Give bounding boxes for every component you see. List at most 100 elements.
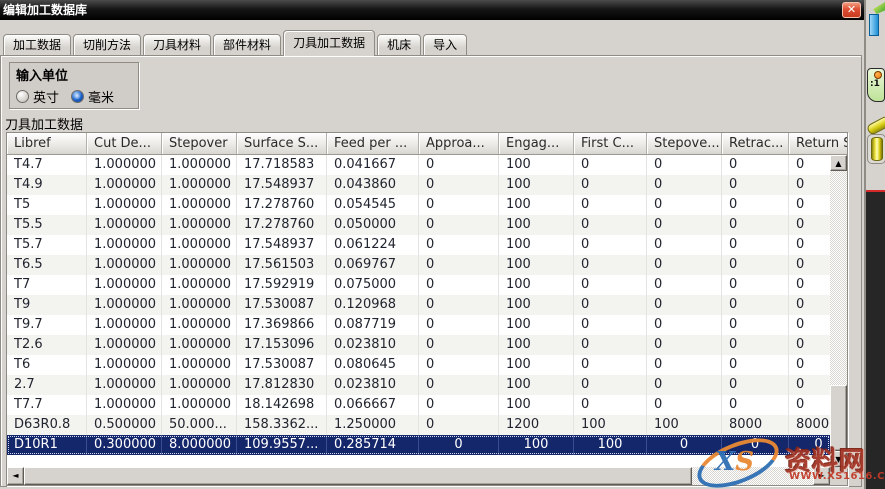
table-cell: 0 [647,215,722,235]
tab-6[interactable]: 导入 [423,34,467,56]
cylinder-tool-icon[interactable] [867,134,885,164]
table-cell: 0 [789,375,830,395]
table-cell: 100 [499,375,574,395]
table-row[interactable]: T91.0000001.00000017.5300870.12096801000… [7,295,830,315]
table-cell: 1.000000 [162,355,237,375]
background-toolbar-strip: :1 [866,0,885,489]
horizontal-scroll-thumb[interactable] [24,467,692,485]
column-header[interactable]: Retrac... [722,133,789,155]
table-cell: T6 [7,355,87,375]
tab-1[interactable]: 切削方法 [73,34,141,56]
table-cell: 0.080645 [327,355,419,375]
table-row[interactable]: T61.0000001.00000017.5300870.08064501000… [7,355,830,375]
table-row[interactable]: 2.71.0000001.00000017.8128300.0238100100… [7,375,830,395]
layer-dot-icon [874,71,882,79]
table-cell: 0 [574,215,647,235]
table-cell: 0 [419,395,499,415]
table-row[interactable]: T6.51.0000001.00000017.5615030.069767010… [7,255,830,275]
column-header[interactable]: Approa... [419,133,499,155]
table-cell: 0 [574,355,647,375]
radio-millimeter-label: 毫米 [88,87,114,106]
table-cell: 8000 [789,415,830,435]
input-units-groupbox: 输入单位 英寸 毫米 [9,62,139,109]
column-header[interactable]: Stepover [162,133,237,155]
table-cell: 0 [574,315,647,335]
table-cell: 0 [574,395,647,415]
table-cell: 1.000000 [87,355,162,375]
table-cell: 0 [419,335,499,355]
tab-3[interactable]: 部件材料 [213,34,281,56]
table-cell: T2.6 [7,335,87,355]
table-row[interactable]: T2.61.0000001.00000017.1530960.023810010… [7,335,830,355]
table-cell: 0.023810 [327,335,419,355]
table-cell: 1.000000 [87,395,162,415]
table-cell: 0 [722,155,789,175]
screen: 编辑加工数据库 ✕ 加工数据切削方法刀具材料部件材料刀具加工数据机床导入 输入单… [0,0,885,489]
table-row[interactable]: T51.0000001.00000017.2787600.05454501000… [7,195,830,215]
table-body[interactable]: T4.71.0000001.00000017.7185830.041667010… [7,155,830,467]
table-cell: 0 [722,275,789,295]
scroll-left-icon[interactable]: ◄ [7,467,24,485]
column-header[interactable]: Stepove... [647,133,722,155]
vertical-scrollbar[interactable]: ▲ ▼ [830,155,847,467]
table-cell: 17.548937 [237,235,327,255]
table-cell: 0 [574,195,647,215]
tab-0[interactable]: 加工数据 [3,34,71,56]
column-header[interactable]: Cut De... [87,133,162,155]
column-header[interactable]: Libref [7,133,87,155]
table-cell: 0.087719 [327,315,419,335]
column-header[interactable]: First C... [574,133,647,155]
layer-settings-icon[interactable]: :1 [867,68,885,102]
table-row[interactable]: T4.91.0000001.00000017.5489370.043860010… [7,175,830,195]
table-cell: 17.548937 [237,175,327,195]
table-cell: 100 [499,315,574,335]
tab-2[interactable]: 刀具材料 [143,34,211,56]
table-cell: 0 [574,275,647,295]
radio-inch[interactable]: 英寸 [16,87,59,106]
table-row[interactable]: T71.0000001.00000017.5929190.07500001000… [7,275,830,295]
table-cell: 0 [722,215,789,235]
dialog-titlebar[interactable]: 编辑加工数据库 ✕ [0,0,864,20]
table-row[interactable]: T7.71.0000001.00000018.1426980.066667010… [7,395,830,415]
radio-circle-icon [71,90,84,103]
tab-5[interactable]: 机床 [377,34,421,56]
table-cell: 0 [722,255,789,275]
table-cell: 100 [499,395,574,415]
tab-4[interactable]: 刀具加工数据 [283,30,375,56]
table-row[interactable]: T9.71.0000001.00000017.3698660.087719010… [7,315,830,335]
table-cell: 1.000000 [162,235,237,255]
table-cell: 0 [722,375,789,395]
table-cell: 0 [789,335,830,355]
radio-millimeter[interactable]: 毫米 [71,87,114,106]
table-cell: 17.530087 [237,355,327,375]
table-row[interactable]: D63R0.80.50000050.000...158.3362...1.250… [7,415,830,435]
column-header[interactable]: Engag... [499,133,574,155]
table-cell: 0.023810 [327,375,419,395]
table-cell: 0 [419,375,499,395]
table-cell: 1.000000 [162,375,237,395]
table-cell: 1.000000 [162,315,237,335]
table-row[interactable]: T4.71.0000001.00000017.7185830.041667010… [7,155,830,175]
column-header[interactable]: Surface S... [237,133,327,155]
table-row[interactable]: T5.51.0000001.00000017.2787600.050000010… [7,215,830,235]
table-cell: 0 [574,155,647,175]
paintbrush-icon[interactable] [867,2,885,40]
table-cell: 0 [722,295,789,315]
table-cell: 100 [499,235,574,255]
table-row[interactable]: T5.71.0000001.00000017.5489370.061224010… [7,235,830,255]
table-cell: 0.041667 [327,155,419,175]
table-cell: 100 [499,155,574,175]
table-cell: 0 [647,255,722,275]
table-cell: 1.000000 [162,335,237,355]
scroll-up-icon[interactable]: ▲ [830,155,847,171]
table-cell: 1.000000 [162,195,237,215]
column-header[interactable]: Return S [789,133,847,155]
table-cell: 0 [789,315,830,335]
table-cell: 0 [647,275,722,295]
vertical-scroll-track[interactable] [830,171,847,451]
table-cell: 0 [789,355,830,375]
close-icon[interactable]: ✕ [842,2,861,18]
table-cell: 0.054545 [327,195,419,215]
table-cell: 0.500000 [87,415,162,435]
column-header[interactable]: Feed per ... [327,133,419,155]
